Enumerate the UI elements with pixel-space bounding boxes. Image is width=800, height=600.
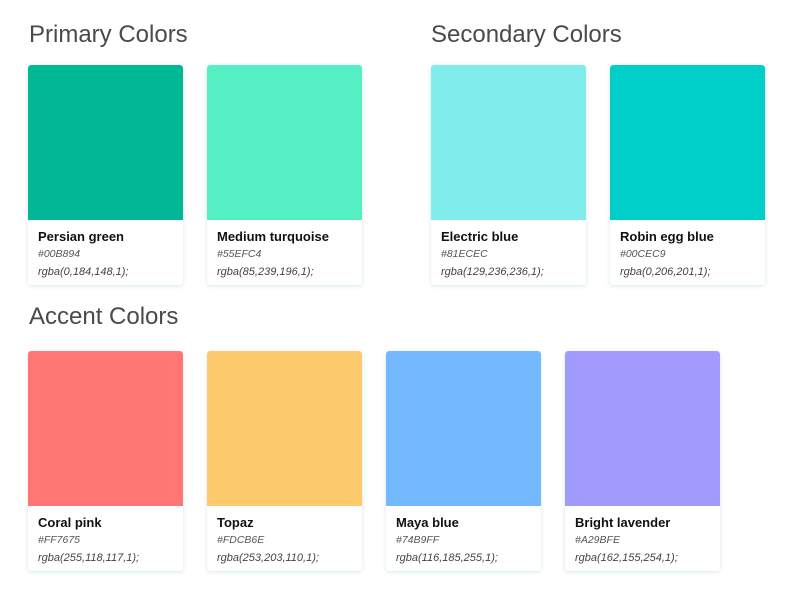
color-rgba-code: rgba(0,206,201,1); bbox=[620, 266, 711, 278]
color-card-electric-blue: Electric blue #81ECEC rgba(129,236,236,1… bbox=[431, 65, 586, 285]
color-card-robin-egg-blue: Robin egg blue #00CEC9 rgba(0,206,201,1)… bbox=[610, 65, 765, 285]
color-rgba-code: rgba(129,236,236,1); bbox=[441, 266, 544, 278]
color-swatch bbox=[28, 351, 183, 506]
color-hex-code: #A29BFE bbox=[575, 534, 620, 546]
color-swatch bbox=[610, 65, 765, 220]
color-card-medium-turquoise: Medium turquoise #55EFC4 rgba(85,239,196… bbox=[207, 65, 362, 285]
color-hex-code: #55EFC4 bbox=[217, 248, 262, 260]
color-swatch bbox=[28, 65, 183, 220]
color-card-bright-lavender: Bright lavender #A29BFE rgba(162,155,254… bbox=[565, 351, 720, 571]
color-card-persian-green: Persian green #00B894 rgba(0,184,148,1); bbox=[28, 65, 183, 285]
color-name: Medium turquoise bbox=[217, 229, 329, 244]
color-hex-code: #00CEC9 bbox=[620, 248, 666, 260]
color-rgba-code: rgba(85,239,196,1); bbox=[217, 266, 314, 278]
color-name: Maya blue bbox=[396, 515, 459, 530]
accent-colors-heading: Accent Colors bbox=[29, 303, 179, 330]
color-hex-code: #FDCB6E bbox=[217, 534, 265, 546]
primary-colors-heading: Primary Colors bbox=[29, 21, 188, 48]
color-name: Robin egg blue bbox=[620, 229, 714, 244]
color-swatch bbox=[207, 65, 362, 220]
color-swatch bbox=[431, 65, 586, 220]
color-rgba-code: rgba(116,185,255,1); bbox=[396, 552, 498, 564]
color-hex-code: #74B9FF bbox=[396, 534, 440, 546]
color-card-maya-blue: Maya blue #74B9FF rgba(116,185,255,1); bbox=[386, 351, 541, 571]
color-swatch bbox=[565, 351, 720, 506]
color-name: Coral pink bbox=[38, 515, 102, 530]
color-swatch bbox=[207, 351, 362, 506]
color-card-topaz: Topaz #FDCB6E rgba(253,203,110,1); bbox=[207, 351, 362, 571]
color-name: Persian green bbox=[38, 229, 124, 244]
color-swatch bbox=[386, 351, 541, 506]
color-hex-code: #81ECEC bbox=[441, 248, 488, 260]
color-name: Electric blue bbox=[441, 229, 519, 244]
color-rgba-code: rgba(162,155,254,1); bbox=[575, 552, 678, 564]
color-name: Bright lavender bbox=[575, 515, 671, 530]
color-rgba-code: rgba(255,118,117,1); bbox=[38, 552, 140, 564]
color-hex-code: #FF7675 bbox=[38, 534, 81, 546]
color-rgba-code: rgba(0,184,148,1); bbox=[38, 266, 129, 278]
color-rgba-code: rgba(253,203,110,1); bbox=[217, 552, 319, 564]
secondary-colors-heading: Secondary Colors bbox=[431, 21, 622, 48]
color-card-coral-pink: Coral pink #FF7675 rgba(255,118,117,1); bbox=[28, 351, 183, 571]
color-name: Topaz bbox=[217, 515, 254, 530]
color-hex-code: #00B894 bbox=[38, 248, 81, 260]
